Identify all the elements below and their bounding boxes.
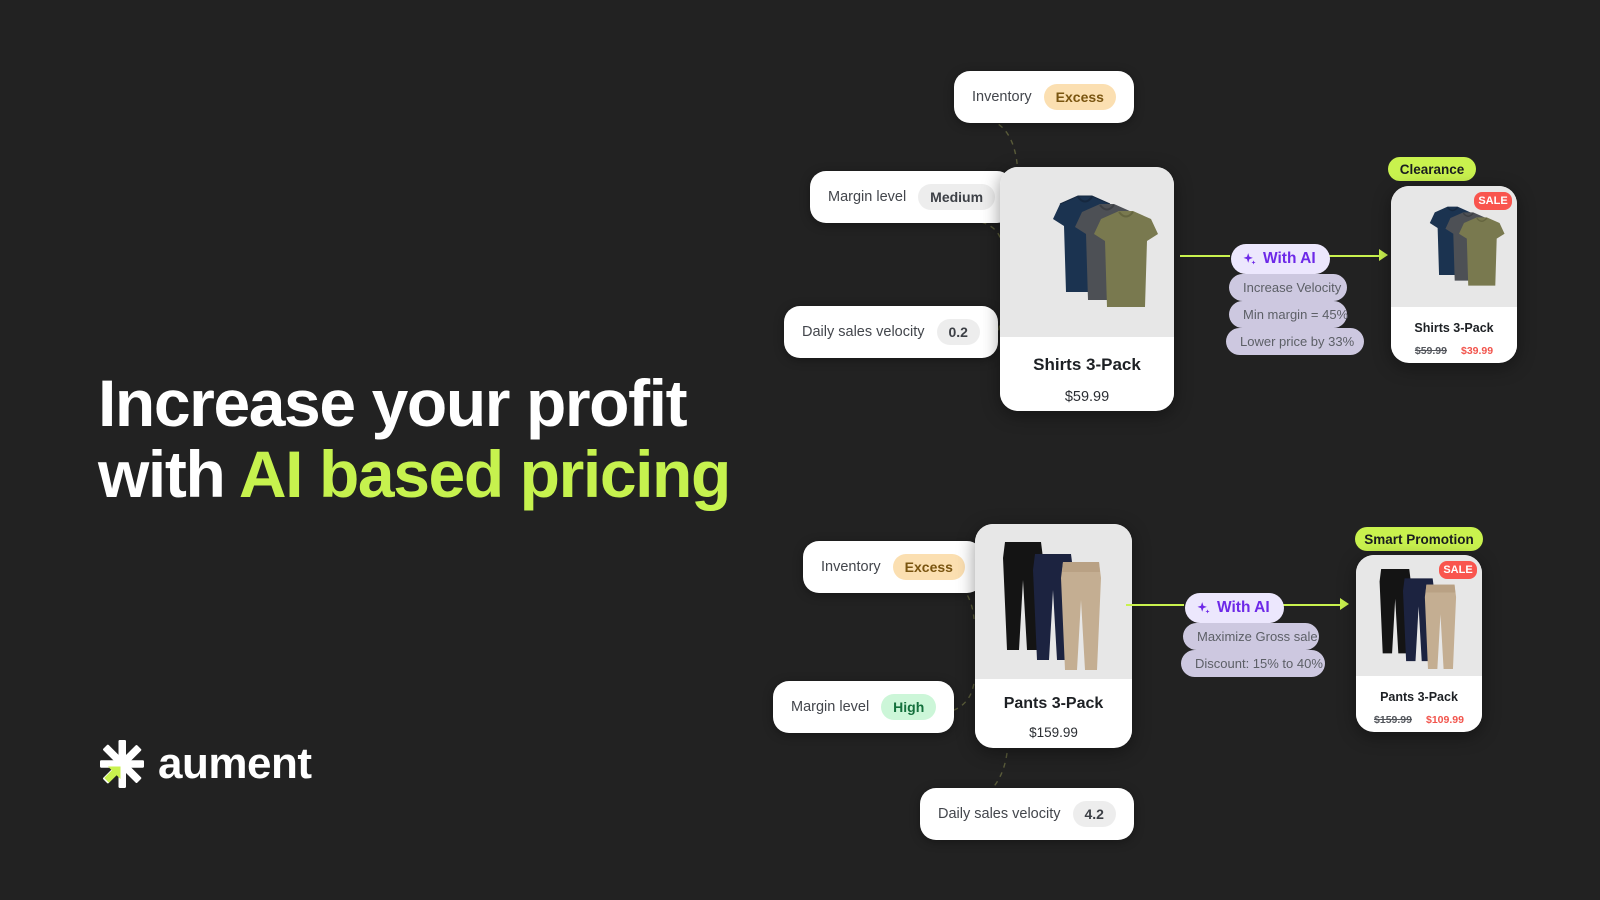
ai-tag-shirts-1: Increase Velocity xyxy=(1229,274,1347,301)
ai-tag-shirts-2: Min margin = 45% xyxy=(1229,301,1348,328)
product-info-shirts-after: Shirts 3-Pack $59.99 $39.99 xyxy=(1391,307,1517,357)
with-ai-label: With AI xyxy=(1217,599,1270,616)
pants-3-pack-illustration xyxy=(1003,542,1101,670)
ai-tag-shirts-3: Lower price by 33% xyxy=(1226,328,1364,355)
sparkle-icon xyxy=(1242,252,1257,267)
product-image-pants xyxy=(975,524,1132,679)
product-image-pants-after: SALE xyxy=(1356,555,1482,676)
chip-label: Margin level xyxy=(791,699,870,715)
old-price: $159.99 xyxy=(1374,714,1412,726)
chip-value-badge: 4.2 xyxy=(1072,801,1116,827)
chip-value-badge: High xyxy=(881,694,937,720)
page-title: Increase your profit with AI based prici… xyxy=(98,366,731,512)
sparkle-icon xyxy=(1196,601,1211,616)
headline-line-1: Increase your profit xyxy=(98,366,688,440)
product-price: $159.99 xyxy=(1029,725,1078,740)
shirts-3-pack-illustration xyxy=(1053,195,1158,307)
flow-arrow-line-left-pants xyxy=(1126,604,1184,606)
chip-label: Daily sales velocity xyxy=(802,324,925,340)
chip-label: Daily sales velocity xyxy=(938,806,1061,822)
chip-margin-level-pants[interactable]: Margin level High xyxy=(773,681,955,733)
flow-arrow-head-pants xyxy=(1340,598,1349,610)
chip-inventory-shirts[interactable]: Inventory Excess xyxy=(954,71,1134,123)
old-price: $59.99 xyxy=(1414,345,1447,357)
sale-badge-shirts: SALE xyxy=(1474,192,1512,210)
headline-line-2: with AI based pricing xyxy=(98,437,731,512)
aument-asterisk-logo-icon xyxy=(100,740,144,788)
product-title: Pants 3-Pack xyxy=(1380,690,1458,704)
with-ai-badge-shirts[interactable]: With AI xyxy=(1231,244,1330,274)
price-row-pants: $159.99 $109.99 xyxy=(1356,714,1482,726)
product-card-shirts-before[interactable]: Shirts 3-Pack $59.99 xyxy=(1000,167,1174,411)
brand-logo: aument xyxy=(100,739,312,788)
product-image-shirts-after: SALE xyxy=(1391,186,1517,307)
product-price: $59.99 xyxy=(1064,389,1110,405)
chip-value-badge: 0.2 xyxy=(936,319,980,345)
brand-name: aument xyxy=(158,739,312,788)
ai-tag-pants-2: Discount: 15% to 40% xyxy=(1181,650,1325,677)
headline-line-2-plain: with xyxy=(98,437,239,512)
product-title: Shirts 3-Pack xyxy=(1033,355,1141,374)
with-ai-badge-pants[interactable]: With AI xyxy=(1185,593,1284,623)
product-card-pants-before[interactable]: Pants 3-Pack $159.99 xyxy=(975,524,1132,748)
flow-arrow-line-left-shirts xyxy=(1180,255,1230,257)
product-card-pants-after[interactable]: SALE Pants 3-Pack $159.99 $109.99 xyxy=(1356,555,1482,732)
chip-value-badge: Excess xyxy=(1043,84,1116,110)
product-title: Pants 3-Pack xyxy=(1003,695,1104,712)
ai-tag-pants-1: Maximize Gross sale xyxy=(1183,623,1319,650)
with-ai-label: With AI xyxy=(1263,250,1316,267)
product-info-pants: Pants 3-Pack $159.99 xyxy=(975,679,1132,740)
promo-badge-clearance: Clearance xyxy=(1388,157,1476,181)
promo-badge-smart-promotion: Smart Promotion xyxy=(1355,527,1483,551)
marketing-hero: Increase your profit with AI based prici… xyxy=(0,0,1600,900)
product-image-shirts xyxy=(1000,167,1174,337)
product-title: Shirts 3-Pack xyxy=(1414,321,1494,335)
new-price: $109.99 xyxy=(1426,714,1464,726)
chip-daily-sales-velocity-shirts[interactable]: Daily sales velocity 0.2 xyxy=(784,306,998,358)
price-row-shirts: $59.99 $39.99 xyxy=(1391,345,1517,357)
new-price: $39.99 xyxy=(1461,345,1494,357)
chip-label: Margin level xyxy=(828,189,907,205)
chip-value-badge: Medium xyxy=(918,184,996,210)
product-info-pants-after: Pants 3-Pack $159.99 $109.99 xyxy=(1356,676,1482,726)
chip-value-badge: Excess xyxy=(892,554,965,580)
sale-badge-pants: SALE xyxy=(1439,561,1477,579)
product-info-shirts: Shirts 3-Pack $59.99 xyxy=(1000,337,1174,405)
chip-daily-sales-velocity-pants[interactable]: Daily sales velocity 4.2 xyxy=(920,788,1134,840)
chip-inventory-pants[interactable]: Inventory Excess xyxy=(803,541,983,593)
flow-arrow-head-shirts xyxy=(1379,249,1388,261)
headline-accent: AI based pricing xyxy=(238,437,731,512)
product-card-shirts-after[interactable]: SALE Shirts 3-Pack $59.99 $39.99 xyxy=(1391,186,1517,363)
chip-label: Inventory xyxy=(821,559,881,575)
chip-margin-level-shirts[interactable]: Margin level Medium xyxy=(810,171,1014,223)
chip-label: Inventory xyxy=(972,89,1032,105)
